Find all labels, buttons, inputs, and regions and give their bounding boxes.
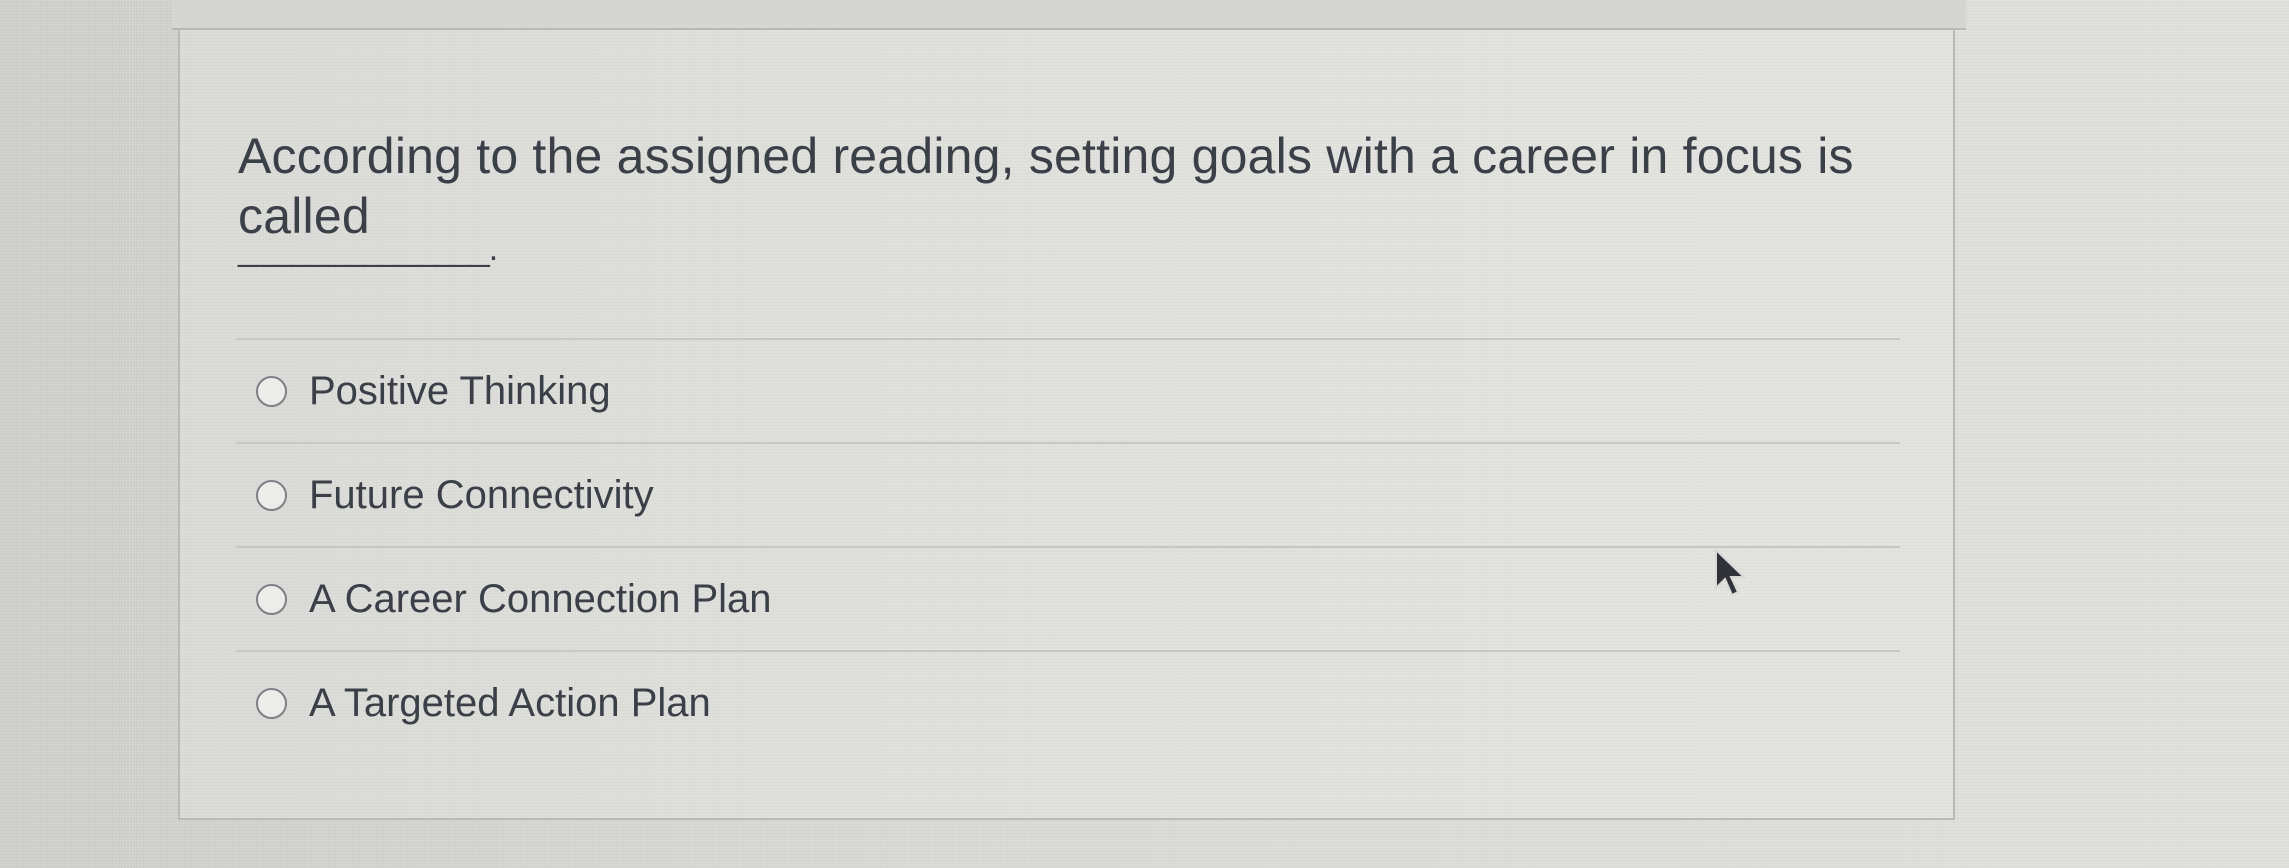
answer-list: Positive Thinking Future Connectivity A … (236, 338, 1900, 754)
answer-option-targeted-action-plan[interactable]: A Targeted Action Plan (236, 650, 1900, 754)
answer-label: Future Connectivity (309, 472, 654, 517)
radio-button-icon[interactable] (256, 687, 287, 719)
answer-label: A Career Connection Plan (309, 576, 772, 621)
radio-button-icon[interactable] (256, 479, 287, 511)
answer-option-positive-thinking[interactable]: Positive Thinking (236, 338, 1900, 442)
question-blank: ______________. (238, 230, 498, 268)
radio-button-icon[interactable] (256, 375, 287, 407)
answer-option-career-connection-plan[interactable]: A Career Connection Plan (236, 546, 1900, 650)
mouse-pointer-icon (1715, 548, 1747, 597)
answer-option-future-connectivity[interactable]: Future Connectivity (236, 442, 1900, 546)
question-card: According to the assigned reading, setti… (178, 30, 1955, 820)
top-header-bar (172, 0, 1966, 30)
question-text: According to the assigned reading, setti… (238, 128, 1854, 244)
radio-button-icon[interactable] (256, 583, 287, 615)
answer-label: A Targeted Action Plan (309, 680, 711, 725)
answer-label: Positive Thinking (309, 368, 611, 413)
